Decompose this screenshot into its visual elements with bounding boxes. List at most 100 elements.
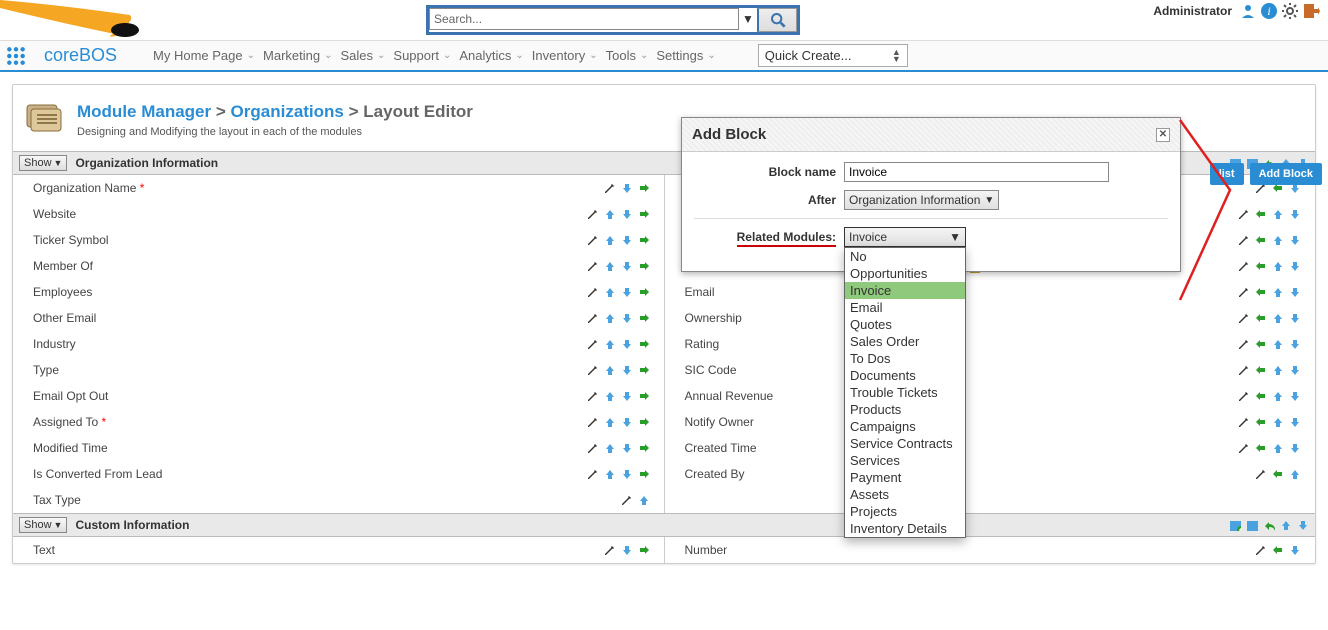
move-up-icon[interactable] — [1272, 364, 1284, 376]
move-down-icon[interactable] — [1289, 312, 1301, 324]
apps-icon[interactable] — [6, 46, 26, 66]
option-trouble-tickets[interactable]: Trouble Tickets — [845, 384, 965, 401]
move-down-icon[interactable] — [1289, 390, 1301, 402]
nav-item-inventory[interactable]: Inventory⌄ — [528, 42, 602, 69]
move-up-icon[interactable] — [604, 364, 616, 376]
move-down-icon[interactable] — [1289, 338, 1301, 350]
search-button[interactable] — [757, 8, 797, 32]
edit-icon[interactable] — [587, 468, 599, 480]
move-down-icon[interactable] — [1289, 234, 1301, 246]
option-invoice[interactable]: Invoice — [845, 282, 965, 299]
edit-icon[interactable] — [587, 286, 599, 298]
move-up-icon[interactable] — [1272, 390, 1284, 402]
edit-icon[interactable] — [1255, 468, 1267, 480]
edit-icon[interactable] — [621, 494, 633, 506]
show-button[interactable]: Show ▼ — [19, 517, 67, 533]
move-left-icon[interactable] — [1272, 544, 1284, 556]
option-documents[interactable]: Documents — [845, 367, 965, 384]
move-down-icon[interactable] — [621, 182, 633, 194]
move-up-icon[interactable] — [1289, 468, 1301, 480]
move-down-icon[interactable] — [1289, 442, 1301, 454]
move-right-icon[interactable] — [638, 416, 650, 428]
option-payment[interactable]: Payment — [845, 469, 965, 486]
move-up-icon[interactable] — [1272, 312, 1284, 324]
move-down-icon[interactable] — [621, 442, 633, 454]
user-icon[interactable] — [1239, 2, 1257, 20]
close-icon[interactable]: ✕ — [1156, 128, 1170, 142]
gear-icon[interactable] — [1281, 2, 1299, 20]
move-down-icon[interactable] — [621, 234, 633, 246]
move-right-icon[interactable] — [638, 364, 650, 376]
option-no[interactable]: No — [845, 248, 965, 265]
block-name-input[interactable] — [844, 162, 1109, 182]
move-down-icon[interactable] — [1289, 286, 1301, 298]
move-left-icon[interactable] — [1255, 416, 1267, 428]
move-up-icon[interactable] — [1272, 286, 1284, 298]
move-left-icon[interactable] — [1255, 286, 1267, 298]
breadcrumb-organizations[interactable]: Organizations — [231, 102, 344, 121]
move-up-icon[interactable] — [604, 390, 616, 402]
move-down-icon[interactable] — [621, 338, 633, 350]
move-up-icon[interactable] — [1272, 208, 1284, 220]
search-scope-dropdown[interactable]: ▼ — [739, 8, 757, 30]
edit-icon[interactable] — [1255, 544, 1267, 556]
nav-item-analytics[interactable]: Analytics⌄ — [455, 42, 527, 69]
move-up-icon[interactable] — [604, 208, 616, 220]
move-left-icon[interactable] — [1255, 338, 1267, 350]
edit-icon[interactable] — [1238, 260, 1250, 272]
option-services[interactable]: Services — [845, 452, 965, 469]
search-input[interactable] — [429, 8, 739, 30]
move-up-icon[interactable] — [604, 286, 616, 298]
edit-icon[interactable] — [587, 338, 599, 350]
quick-create[interactable]: Quick Create... ▲▼ — [758, 44, 908, 67]
move-up-icon[interactable] — [604, 468, 616, 480]
add-field-icon[interactable] — [1229, 519, 1241, 531]
nav-item-marketing[interactable]: Marketing⌄ — [259, 42, 336, 69]
option-sales-order[interactable]: Sales Order — [845, 333, 965, 350]
move-right-icon[interactable] — [638, 260, 650, 272]
move-down-icon[interactable] — [621, 286, 633, 298]
move-up-icon[interactable] — [1272, 260, 1284, 272]
toggle-icon[interactable] — [1246, 519, 1258, 531]
move-left-icon[interactable] — [1255, 390, 1267, 402]
move-down-icon[interactable] — [1289, 364, 1301, 376]
breadcrumb-module-manager[interactable]: Module Manager — [77, 102, 211, 121]
after-select[interactable]: Organization Information▼ — [844, 190, 999, 210]
move-right-icon[interactable] — [638, 390, 650, 402]
move-up-icon[interactable] — [604, 416, 616, 428]
edit-icon[interactable] — [587, 234, 599, 246]
move-left-icon[interactable] — [1255, 364, 1267, 376]
option-products[interactable]: Products — [845, 401, 965, 418]
move-right-icon[interactable] — [638, 286, 650, 298]
move-left-icon[interactable] — [1272, 468, 1284, 480]
edit-icon[interactable] — [1238, 312, 1250, 324]
edit-icon[interactable] — [1238, 338, 1250, 350]
edit-icon[interactable] — [1238, 390, 1250, 402]
move-up-icon[interactable] — [604, 234, 616, 246]
edit-icon[interactable] — [1238, 416, 1250, 428]
option-quotes[interactable]: Quotes — [845, 316, 965, 333]
move-right-icon[interactable] — [638, 312, 650, 324]
move-right-icon[interactable] — [638, 442, 650, 454]
brand[interactable]: coreBOS — [44, 45, 117, 66]
option-campaigns[interactable]: Campaigns — [845, 418, 965, 435]
move-up-icon[interactable] — [1280, 519, 1292, 531]
move-up-icon[interactable] — [604, 312, 616, 324]
edit-icon[interactable] — [1238, 234, 1250, 246]
move-down-icon[interactable] — [621, 312, 633, 324]
option-email[interactable]: Email — [845, 299, 965, 316]
move-right-icon[interactable] — [638, 208, 650, 220]
move-down-icon[interactable] — [1297, 519, 1309, 531]
undo-icon[interactable] — [1263, 519, 1275, 531]
move-left-icon[interactable] — [1255, 442, 1267, 454]
add-block-button[interactable]: Add Block — [1250, 163, 1322, 185]
move-down-icon[interactable] — [621, 416, 633, 428]
nav-item-tools[interactable]: Tools⌄ — [602, 42, 653, 69]
move-down-icon[interactable] — [621, 364, 633, 376]
move-down-icon[interactable] — [621, 208, 633, 220]
move-down-icon[interactable] — [1289, 544, 1301, 556]
logout-icon[interactable] — [1302, 2, 1320, 20]
move-up-icon[interactable] — [638, 494, 650, 506]
edit-icon[interactable] — [1238, 442, 1250, 454]
move-up-icon[interactable] — [1272, 338, 1284, 350]
